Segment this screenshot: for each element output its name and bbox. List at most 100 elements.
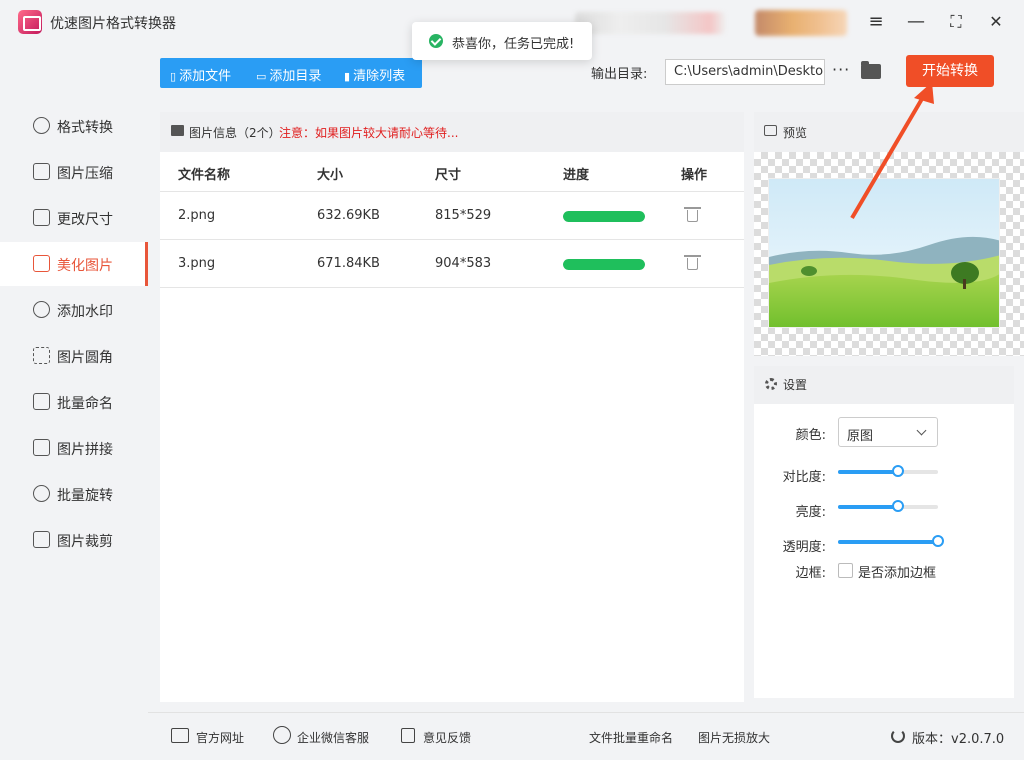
refresh-icon[interactable]: [891, 729, 905, 743]
sidebar-item-rotate[interactable]: 批量旋转: [0, 472, 148, 516]
brightness-slider-handle[interactable]: [892, 500, 904, 512]
contrast-slider[interactable]: [838, 465, 938, 477]
rotate-icon: [33, 485, 50, 502]
column-header-name: 文件名称: [178, 168, 231, 183]
browse-more-button[interactable]: ···: [832, 60, 850, 79]
table-row[interactable]: 2.png 632.69KB 815*529: [160, 192, 744, 240]
sidebar-item-label: 批量命名: [57, 396, 113, 412]
official-website-link[interactable]: 官方网址: [196, 729, 244, 746]
sidebar-item-watermark[interactable]: 添加水印: [0, 288, 148, 332]
table-row[interactable]: 3.png 671.84KB 904*583: [160, 240, 744, 288]
feedback-icon: [401, 728, 415, 743]
gear-icon: [765, 378, 777, 390]
footer-bar: 官方网址 企业微信客服 意见反馈 文件批量重命名 图片无损放大 版本：v2.0.…: [148, 712, 1024, 760]
file-size: 632.69KB: [317, 208, 380, 223]
maximize-icon[interactable]: ⛶: [944, 10, 968, 34]
wechat-support-link[interactable]: 企业微信客服: [297, 729, 369, 746]
add-file-button[interactable]: ▯ 添加文件: [170, 65, 231, 84]
brightness-slider-fill: [838, 505, 898, 509]
file-dimensions: 904*583: [435, 256, 492, 271]
trash-icon[interactable]: [684, 207, 701, 223]
preview-header: 预览: [754, 112, 1024, 152]
color-select-value: 原图: [847, 429, 874, 444]
opacity-slider[interactable]: [838, 535, 944, 547]
add-directory-button[interactable]: ▭ 添加目录: [256, 65, 321, 84]
wechat-support-icon: [273, 726, 291, 744]
file-toolbar: ▯ 添加文件 ▭ 添加目录 ▮ 清除列表: [160, 58, 422, 88]
open-folder-icon[interactable]: [861, 61, 881, 79]
sidebar: 格式转换 图片压缩 更改尺寸 美化图片 添加水印 图片圆角 批量命名 图片拼接 …: [0, 104, 148, 704]
sidebar-item-label: 格式转换: [57, 120, 113, 136]
feedback-link[interactable]: 意见反馈: [423, 729, 471, 746]
app-title: 优速图片格式转换器: [50, 16, 176, 32]
sidebar-item-resize[interactable]: 更改尺寸: [0, 196, 148, 240]
image-icon: [171, 125, 184, 136]
menu-icon[interactable]: ≡: [864, 10, 888, 34]
lossless-upscale-link[interactable]: 图片无损放大: [698, 729, 770, 746]
progress-fill: [563, 211, 645, 222]
opacity-label: 透明度:: [782, 540, 826, 555]
sidebar-item-crop[interactable]: 图片裁剪: [0, 518, 148, 562]
start-convert-button[interactable]: 开始转换: [906, 55, 994, 87]
opacity-slider-handle[interactable]: [932, 535, 944, 547]
add-file-label: 添加文件: [179, 69, 232, 84]
swap-icon: [33, 117, 50, 134]
chevron-down-icon: [916, 425, 927, 436]
add-border-label[interactable]: 是否添加边框: [858, 562, 936, 581]
large-file-warning: 注意：如果图片较大请耐心等待...: [279, 126, 459, 140]
opacity-slider-fill: [838, 540, 938, 544]
watermark-icon: [33, 301, 50, 318]
sidebar-item-label: 图片压缩: [57, 166, 113, 182]
border-label: 边框:: [795, 566, 826, 581]
trash-small-icon: ▮: [344, 70, 351, 83]
sidebar-item-label: 更改尺寸: [57, 212, 113, 228]
batch-rename-link[interactable]: 文件批量重命名: [589, 729, 673, 746]
file-list-panel: 图片信息（2个） 注意：如果图片较大请耐心等待... 文件名称 大小 尺寸 进度…: [160, 112, 744, 702]
sidebar-item-label: 美化图片: [57, 258, 113, 274]
file-dimensions: 815*529: [435, 208, 492, 223]
resize-icon: [33, 209, 50, 226]
preview-icon: [764, 125, 777, 136]
sidebar-item-label: 批量旋转: [57, 488, 113, 504]
color-label: 颜色:: [795, 428, 826, 443]
success-toast: 恭喜你，任务已完成!: [412, 22, 592, 60]
check-circle-icon: [429, 34, 443, 48]
add-border-checkbox[interactable]: [838, 563, 853, 578]
file-name: 3.png: [178, 256, 216, 271]
sidebar-item-stitch[interactable]: 图片拼接: [0, 426, 148, 470]
sidebar-item-format-convert[interactable]: 格式转换: [0, 104, 148, 148]
output-dir-field[interactable]: C:\Users\admin\Deskto: [665, 59, 825, 85]
progress-bar: [563, 211, 645, 222]
color-select[interactable]: 原图: [838, 417, 938, 447]
blurred-user-avatar[interactable]: [755, 10, 847, 36]
sidebar-item-batch-rename[interactable]: 批量命名: [0, 380, 148, 424]
sidebar-item-label: 图片圆角: [57, 350, 113, 366]
beautify-icon: [33, 255, 50, 272]
clear-list-button[interactable]: ▮ 清除列表: [344, 65, 405, 84]
close-icon[interactable]: ✕: [984, 10, 1008, 34]
settings-title: 设置: [783, 378, 808, 392]
preview-panel: 预览: [754, 112, 1024, 356]
crop-icon: [33, 531, 50, 548]
trash-icon[interactable]: [684, 255, 701, 271]
brightness-label: 亮度:: [795, 505, 826, 520]
contrast-slider-handle[interactable]: [892, 465, 904, 477]
sidebar-item-beautify[interactable]: 美化图片: [0, 242, 148, 286]
column-header-dimensions: 尺寸: [435, 168, 462, 183]
progress-fill: [563, 259, 645, 270]
sidebar-item-compress[interactable]: 图片压缩: [0, 150, 148, 194]
column-header-size: 大小: [317, 168, 344, 183]
minimize-icon[interactable]: —: [904, 10, 928, 34]
preview-image: [768, 178, 1000, 328]
output-dir-label: 输出目录:: [591, 67, 648, 82]
file-name: 2.png: [178, 208, 216, 223]
stitch-icon: [33, 439, 50, 456]
file-size: 671.84KB: [317, 256, 380, 271]
sidebar-item-round-corner[interactable]: 图片圆角: [0, 334, 148, 378]
toast-message: 恭喜你，任务已完成!: [452, 37, 575, 52]
brightness-slider[interactable]: [838, 500, 938, 512]
add-directory-label: 添加目录: [269, 69, 322, 84]
version-label: 版本：v2.0.7.0: [912, 732, 1005, 747]
round-corner-icon: [33, 347, 50, 364]
contrast-slider-fill: [838, 470, 898, 474]
